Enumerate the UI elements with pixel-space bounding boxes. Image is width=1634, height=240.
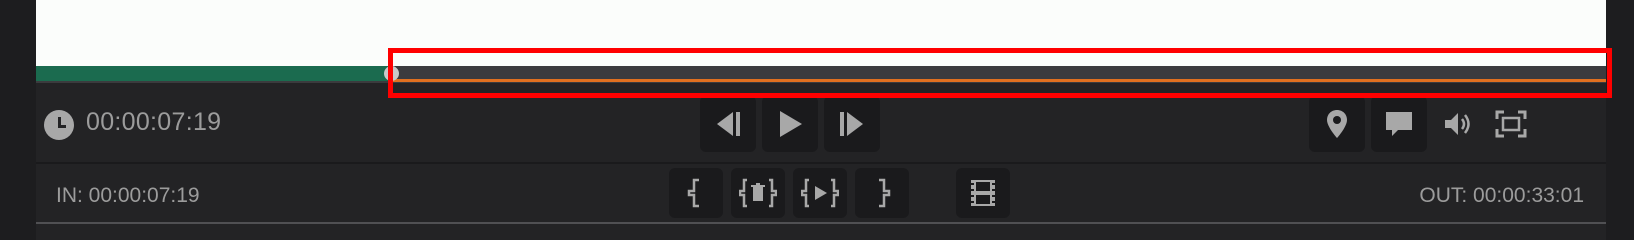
timeline-highlight-box <box>388 48 1612 98</box>
timeline-played-region <box>36 66 391 81</box>
previous-frame-button[interactable] <box>700 96 756 152</box>
play-icon <box>780 111 802 137</box>
comment-button[interactable] <box>1371 96 1427 152</box>
clear-in-out-icon <box>739 178 777 208</box>
clear-in-out-button[interactable] <box>731 168 785 218</box>
transport-bar: 00:00:07:19 <box>36 90 1606 162</box>
mark-out-icon <box>879 178 891 208</box>
location-pin-icon <box>1327 110 1347 138</box>
fullscreen-icon <box>1495 110 1527 138</box>
fullscreen-button[interactable] <box>1486 96 1536 152</box>
volume-button[interactable] <box>1433 96 1483 152</box>
current-timecode: 00:00:07:19 <box>86 108 222 136</box>
video-player: 00:00:07:19 IN: 00:00:07:19 OUT: 00:00:3… <box>36 0 1606 240</box>
filmstrip-button[interactable] <box>956 168 1010 218</box>
clock-icon <box>44 110 74 140</box>
step-back-icon <box>717 112 740 136</box>
in-point-label: IN: 00:00:07:19 <box>56 184 200 207</box>
play-in-out-button[interactable] <box>793 168 847 218</box>
next-frame-button[interactable] <box>824 96 880 152</box>
mark-in-icon <box>687 178 699 208</box>
set-out-point-button[interactable] <box>855 168 909 218</box>
filmstrip-icon <box>971 180 995 206</box>
play-in-out-icon <box>801 178 839 208</box>
add-marker-button[interactable] <box>1309 96 1365 152</box>
comment-icon <box>1386 112 1412 136</box>
play-button[interactable] <box>762 96 818 152</box>
volume-icon <box>1445 113 1470 135</box>
step-forward-icon <box>840 112 863 136</box>
out-point-label: OUT: 00:00:33:01 <box>1419 184 1584 207</box>
set-in-point-button[interactable] <box>669 168 723 218</box>
in-out-bar: IN: 00:00:07:19 OUT: 00:00:33:01 <box>36 164 1606 222</box>
bottom-border <box>36 222 1606 224</box>
